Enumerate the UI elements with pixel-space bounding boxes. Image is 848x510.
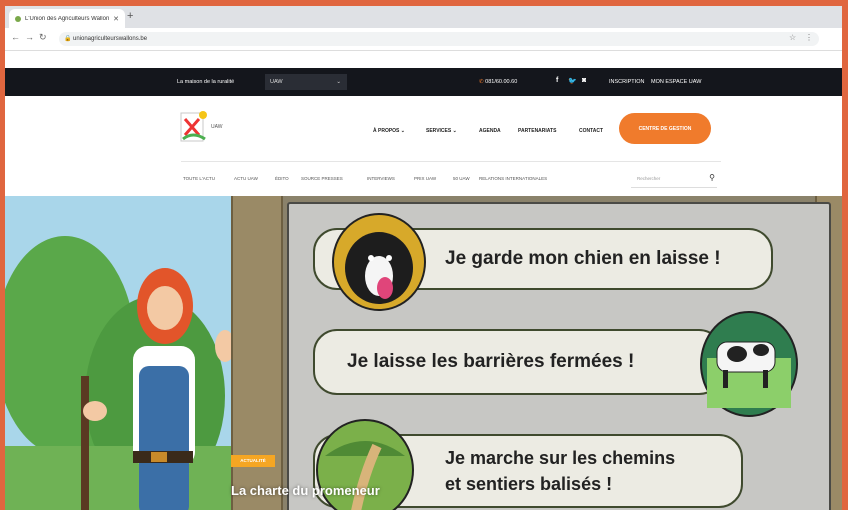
reload-icon[interactable]: ↻ [39, 32, 47, 43]
hero-title[interactable]: La charte du promeneur [231, 483, 380, 498]
nav-agenda[interactable]: AGENDA [479, 128, 501, 134]
site-select-value: UAW [270, 79, 283, 85]
tab-strip: L'Union des Agriculteurs Wallons ✕ + [5, 6, 842, 28]
phone-link[interactable]: ✆ 081/60.00.60 [479, 79, 517, 85]
site-header: UAW À PROPOS ⌄ SERVICES ⌄ AGENDA PARTENA… [5, 96, 842, 161]
favicon-icon [15, 15, 21, 22]
pill-barrieres: Je laisse les barrières fermées ! [313, 329, 723, 395]
search-icon[interactable]: ⚲ [709, 173, 715, 182]
inscription-link[interactable]: INSCRIPTION [609, 79, 644, 85]
subnav-item[interactable]: SOURCE PRESSES [301, 176, 343, 181]
dog-icon [332, 213, 426, 311]
hero-banner[interactable]: Je garde mon chien en laisse ! Je laisse… [5, 196, 842, 510]
close-tab-icon[interactable]: ✕ [113, 15, 119, 23]
subnav-item[interactable]: 50 UAW [453, 176, 470, 181]
url-field[interactable]: 🔒 unionagriculteurswallons.be [59, 32, 819, 46]
new-tab-icon[interactable]: + [127, 10, 133, 22]
category-badge[interactable]: ACTUALITÉ [231, 455, 275, 467]
extension-icon[interactable]: ⋮ [805, 33, 813, 42]
nav-services[interactable]: SERVICES ⌄ [426, 128, 457, 134]
charter-panel: Je garde mon chien en laisse ! Je laisse… [287, 202, 831, 510]
nav-a-propos[interactable]: À PROPOS ⌄ [373, 128, 405, 134]
category-nav: TOUTE L'ACTU ACTU UAW ÉDITO SOURCE PRESS… [5, 162, 842, 196]
mon-espace-link[interactable]: MON ESPACE UAW [651, 79, 701, 85]
search-placeholder: Rechercher [637, 176, 661, 181]
instagram-icon[interactable]: ◙ [582, 77, 586, 84]
subnav-item[interactable]: ÉDITO [275, 176, 289, 181]
lock-icon: 🔒 [64, 36, 72, 42]
back-icon[interactable]: ← [11, 32, 20, 42]
site-topbar: La maison de la ruralité UAW ⌄ ✆ 081/60.… [5, 68, 842, 96]
search-field[interactable]: Rechercher ⚲ [631, 171, 717, 188]
url-text: unionagriculteurswallons.be [73, 36, 148, 42]
site-select[interactable]: UAW ⌄ [265, 74, 347, 90]
tab-title: L'Union des Agriculteurs Wallons [25, 15, 110, 22]
twitter-icon[interactable]: 🐦 [568, 77, 577, 85]
browser-window: L'Union des Agriculteurs Wallons ✕ + ← →… [5, 6, 842, 510]
nav-partenariats[interactable]: PARTENARIATS [518, 128, 556, 134]
chevron-down-icon: ⌄ [336, 79, 341, 85]
uaw-logo-icon[interactable] [179, 109, 209, 145]
cta-label: CENTRE DE GESTION [638, 125, 692, 132]
cow-icon [700, 311, 798, 417]
phone-number: 081/60.00.60 [485, 79, 518, 85]
pill-text: Je garde mon chien en laisse ! [445, 248, 721, 269]
pill-text-line1: Je marche sur les chemins [445, 448, 676, 468]
logo-text: UAW [211, 124, 223, 130]
subnav-item[interactable]: TOUTE L'ACTU [183, 176, 215, 181]
pill-text-line2: et sentiers balisés ! [445, 474, 613, 494]
bookmark-icon[interactable]: ☆ [789, 33, 796, 42]
subnav-item[interactable]: INTERVIEWS [367, 176, 395, 181]
forward-icon[interactable]: → [25, 32, 34, 42]
subnav-item[interactable]: ACTU UAW [234, 176, 258, 181]
pill-text: Je laisse les barrières fermées ! [347, 351, 635, 372]
facebook-icon[interactable]: f [556, 77, 558, 84]
phone-icon: ✆ [479, 79, 484, 85]
address-bar-row: ← → ↻ 🔒 unionagriculteurswallons.be ☆ ⋮ [5, 28, 842, 51]
subnav-item[interactable]: PRIX UAW [414, 176, 436, 181]
browser-tab[interactable]: L'Union des Agriculteurs Wallons ✕ [9, 9, 125, 28]
nav-contact[interactable]: CONTACT [579, 128, 603, 134]
tagline: La maison de la ruralité [177, 79, 235, 85]
centre-de-gestion-button[interactable]: CENTRE DE GESTION [619, 113, 711, 144]
farmer-illustration [5, 236, 245, 510]
subnav-item[interactable]: RELATIONS INTERNATIONALES [479, 176, 547, 181]
